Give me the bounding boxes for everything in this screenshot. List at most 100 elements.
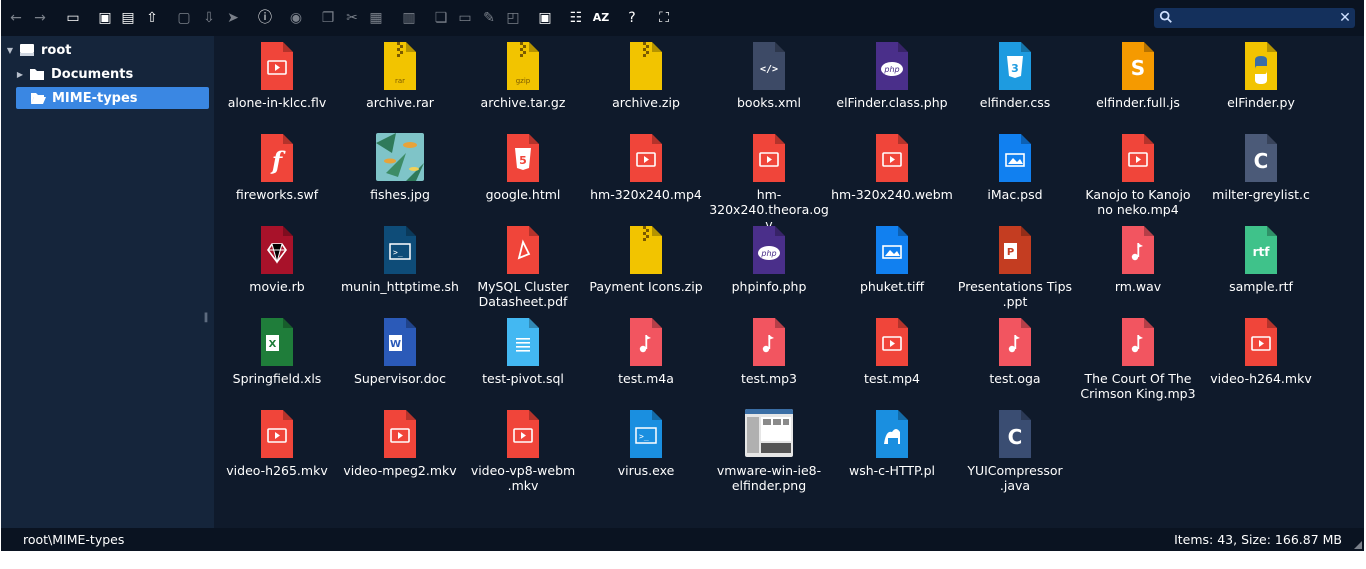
file-item[interactable]: phuket.tiff <box>831 220 953 308</box>
file-name: phuket.tiff <box>859 279 925 294</box>
file-item[interactable]: Payment Icons.zip <box>585 220 707 308</box>
file-item[interactable]: hm-320x240.mp4 <box>585 128 707 216</box>
file-name: YUICompressor .java <box>967 463 1063 493</box>
delete-button[interactable]: ▥ <box>400 9 418 27</box>
file-item[interactable]: test-pivot.sql <box>462 312 584 400</box>
file-item[interactable]: video-mpeg2.mkv <box>339 404 461 492</box>
sidebar-resize-handle[interactable]: ‖ <box>203 311 209 325</box>
file-item[interactable]: gzip archive.tar.gz <box>462 36 584 124</box>
file-item[interactable]: video-h265.mkv <box>216 404 338 492</box>
mkfile-button[interactable]: ▤ <box>119 9 137 27</box>
file-item[interactable]: f fireworks.swf <box>216 128 338 216</box>
file-item[interactable]: rtf sample.rtf <box>1200 220 1322 308</box>
file-item[interactable]: alone-in-klcc.flv <box>216 36 338 124</box>
file-item[interactable]: test.mp3 <box>708 312 830 400</box>
video-file-icon <box>261 42 293 90</box>
audio-file-icon <box>753 318 785 366</box>
file-name: archive.tar.gz <box>480 95 566 110</box>
file-item[interactable]: C YUICompressor .java <box>954 404 1076 493</box>
file-item[interactable]: >_ virus.exe <box>585 404 707 492</box>
file-name: sample.rtf <box>1229 279 1293 294</box>
file-item[interactable]: rm.wav <box>1077 220 1199 308</box>
expand-arrow-icon[interactable]: ▶ <box>15 70 25 79</box>
resize-grip-icon[interactable] <box>1354 541 1362 549</box>
php-file-icon: php <box>876 42 908 90</box>
forward-button[interactable]: → <box>31 9 49 27</box>
sort-button[interactable]: AZ <box>591 9 611 27</box>
svg-text:>_: >_ <box>393 248 403 257</box>
file-item[interactable]: X Springfield.xls <box>216 312 338 400</box>
info-button[interactable]: ⓘ <box>256 9 274 27</box>
mkdir-button[interactable]: ▣ <box>96 9 114 27</box>
archive-button[interactable]: ▣ <box>536 9 554 27</box>
file-item[interactable]: Selfinder.full.js <box>1077 36 1199 124</box>
file-item[interactable]: video-h264.mkv <box>1200 312 1322 400</box>
powerpoint-file-icon: P <box>999 226 1031 274</box>
file-item[interactable]: video-vp8-webm .mkv <box>462 404 584 493</box>
quicklook-button[interactable]: ◉ <box>287 9 305 27</box>
tree-node-mime-types[interactable]: MIME-types <box>16 87 209 109</box>
file-item[interactable]: test.m4a <box>585 312 707 400</box>
help-button[interactable]: ? <box>623 9 641 27</box>
netmount-button[interactable]: ▭ <box>64 9 82 27</box>
file-item[interactable]: vmware-win-ie8-elfinder.png <box>708 404 830 493</box>
file-item[interactable]: archive.zip <box>585 36 707 124</box>
file-name: milter-greylist.c <box>1212 187 1310 202</box>
file-item[interactable]: Cmilter-greylist.c <box>1200 128 1322 216</box>
open-button[interactable]: ▢ <box>175 9 193 27</box>
file-name: hm-320x240.webm <box>831 187 953 202</box>
file-item[interactable]: iMac.psd <box>954 128 1076 216</box>
file-name: Payment Icons.zip <box>589 279 703 294</box>
tree-node-documents[interactable]: ▶ Documents <box>15 63 133 85</box>
tree-node-root[interactable]: ▼ root <box>5 39 72 61</box>
executable-file-icon: >_ <box>630 410 662 458</box>
resize-button[interactable]: ◰ <box>504 9 522 27</box>
upload-button[interactable]: ⇧ <box>143 9 161 27</box>
edit-button[interactable]: ✎ <box>480 9 498 27</box>
file-item[interactable]: The Court Of The Crimson King.mp3 <box>1077 312 1199 401</box>
file-item[interactable]: </> books.xml <box>708 36 830 124</box>
file-item[interactable]: elFinder.py <box>1200 36 1322 124</box>
file-item[interactable]: test.mp4 <box>831 312 953 400</box>
file-item[interactable]: test.oga <box>954 312 1076 400</box>
file-item[interactable]: wsh-c-HTTP.pl <box>831 404 953 492</box>
file-item[interactable]: movie.rb <box>216 220 338 308</box>
file-item[interactable]: rar archive.rar <box>339 36 461 124</box>
back-button[interactable]: ← <box>7 9 25 27</box>
clear-search-icon[interactable]: ✕ <box>1338 10 1352 26</box>
svg-text:X: X <box>269 339 277 350</box>
file-item[interactable]: MySQL Cluster Datasheet.pdf <box>462 220 584 309</box>
paste-button[interactable]: ▦ <box>367 9 385 27</box>
file-item[interactable]: W Supervisor.doc <box>339 312 461 400</box>
search-box[interactable]: ✕ <box>1154 8 1355 28</box>
fullscreen-button[interactable]: ⛶ <box>655 9 673 27</box>
cut-button[interactable]: ✂ <box>343 9 361 27</box>
copy-button[interactable]: ❐ <box>319 9 337 27</box>
file-item[interactable]: fishes.jpg <box>339 128 461 216</box>
file-item[interactable]: 3 elfinder.css <box>954 36 1076 124</box>
file-item[interactable]: >_ munin_httptime.sh <box>339 220 461 308</box>
file-item[interactable]: hm-320x240.theora.ogv <box>708 128 830 232</box>
svg-text:S: S <box>1131 56 1145 80</box>
file-item[interactable]: php phpinfo.php <box>708 220 830 308</box>
select-button[interactable]: ➤ <box>224 9 242 27</box>
file-item[interactable]: P Presentations Tips .ppt <box>954 220 1076 309</box>
file-item[interactable]: 5 google.html <box>462 128 584 216</box>
file-name: phpinfo.php <box>731 279 807 294</box>
download-button[interactable]: ⇩ <box>200 9 218 27</box>
file-item[interactable]: php elFinder.class.php <box>831 36 953 124</box>
file-name: vmware-win-ie8-elfinder.png <box>716 463 822 493</box>
python-file-icon <box>1245 42 1277 90</box>
duplicate-button[interactable]: ❏ <box>432 9 450 27</box>
video-file-icon <box>1245 318 1277 366</box>
collapse-arrow-icon[interactable]: ▼ <box>5 46 15 55</box>
rename-button[interactable]: ▭ <box>456 9 474 27</box>
file-item[interactable]: Kanojo to Kanojo no neko.mp4 <box>1077 128 1199 217</box>
view-button[interactable]: ☷ <box>567 9 585 27</box>
image-file-icon <box>999 134 1031 182</box>
svg-text:3: 3 <box>1011 62 1019 75</box>
folder-icon <box>30 69 44 80</box>
search-input[interactable] <box>1178 10 1328 26</box>
file-name: test-pivot.sql <box>482 371 564 386</box>
file-item[interactable]: hm-320x240.webm <box>831 128 953 216</box>
